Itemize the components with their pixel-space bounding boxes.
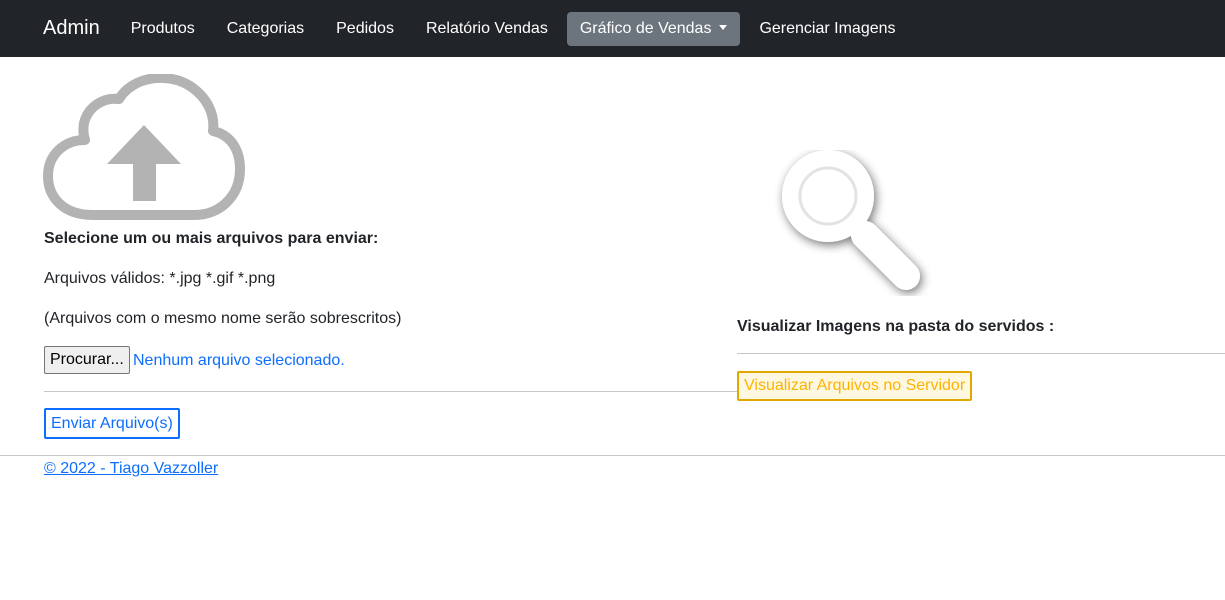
browse-files-button[interactable]: Procurar... <box>44 346 130 374</box>
upload-divider <box>44 391 737 392</box>
magnifier-icon <box>782 150 920 290</box>
overwrite-note-text: (Arquivos com o mesmo nome serão sobresc… <box>44 310 402 327</box>
nav-item-grafico-vendas-label: Gráfico de Vendas <box>579 19 712 37</box>
nav-item-gerenciar-imagens[interactable]: Gerenciar Imagens <box>746 12 908 46</box>
nav-item-relatorio-vendas[interactable]: Relatório Vendas <box>413 12 561 46</box>
valid-files-text: Arquivos válidos: *.jpg *.gif *.png <box>44 270 276 287</box>
caret-down-icon <box>719 24 728 30</box>
navbar-brand[interactable]: Admin <box>43 17 100 40</box>
view-server-files-button[interactable]: Visualizar Arquivos no Servidor <box>737 371 973 401</box>
top-navbar: Admin Produtos Categorias Pedidos Relató… <box>0 0 1225 57</box>
footer-divider <box>0 455 1225 456</box>
nav-item-produtos[interactable]: Produtos <box>118 12 208 46</box>
footer-copyright-link[interactable]: © 2022 - Tiago Vazzoller <box>44 460 218 478</box>
nav-item-categorias[interactable]: Categorias <box>214 12 317 46</box>
no-file-selected-text: Nenhum arquivo selecionado. <box>133 352 345 369</box>
send-files-button[interactable]: Enviar Arquivo(s) <box>44 408 180 439</box>
cloud-upload-icon <box>43 74 245 220</box>
viewer-divider <box>737 353 1225 354</box>
viewer-heading: Visualizar Imagens na pasta do servidos … <box>737 318 1055 335</box>
nav-item-pedidos[interactable]: Pedidos <box>323 12 407 46</box>
upload-heading: Selecione um ou mais arquivos para envia… <box>44 230 379 247</box>
nav-item-grafico-vendas-dropdown[interactable]: Gráfico de Vendas <box>566 11 741 46</box>
